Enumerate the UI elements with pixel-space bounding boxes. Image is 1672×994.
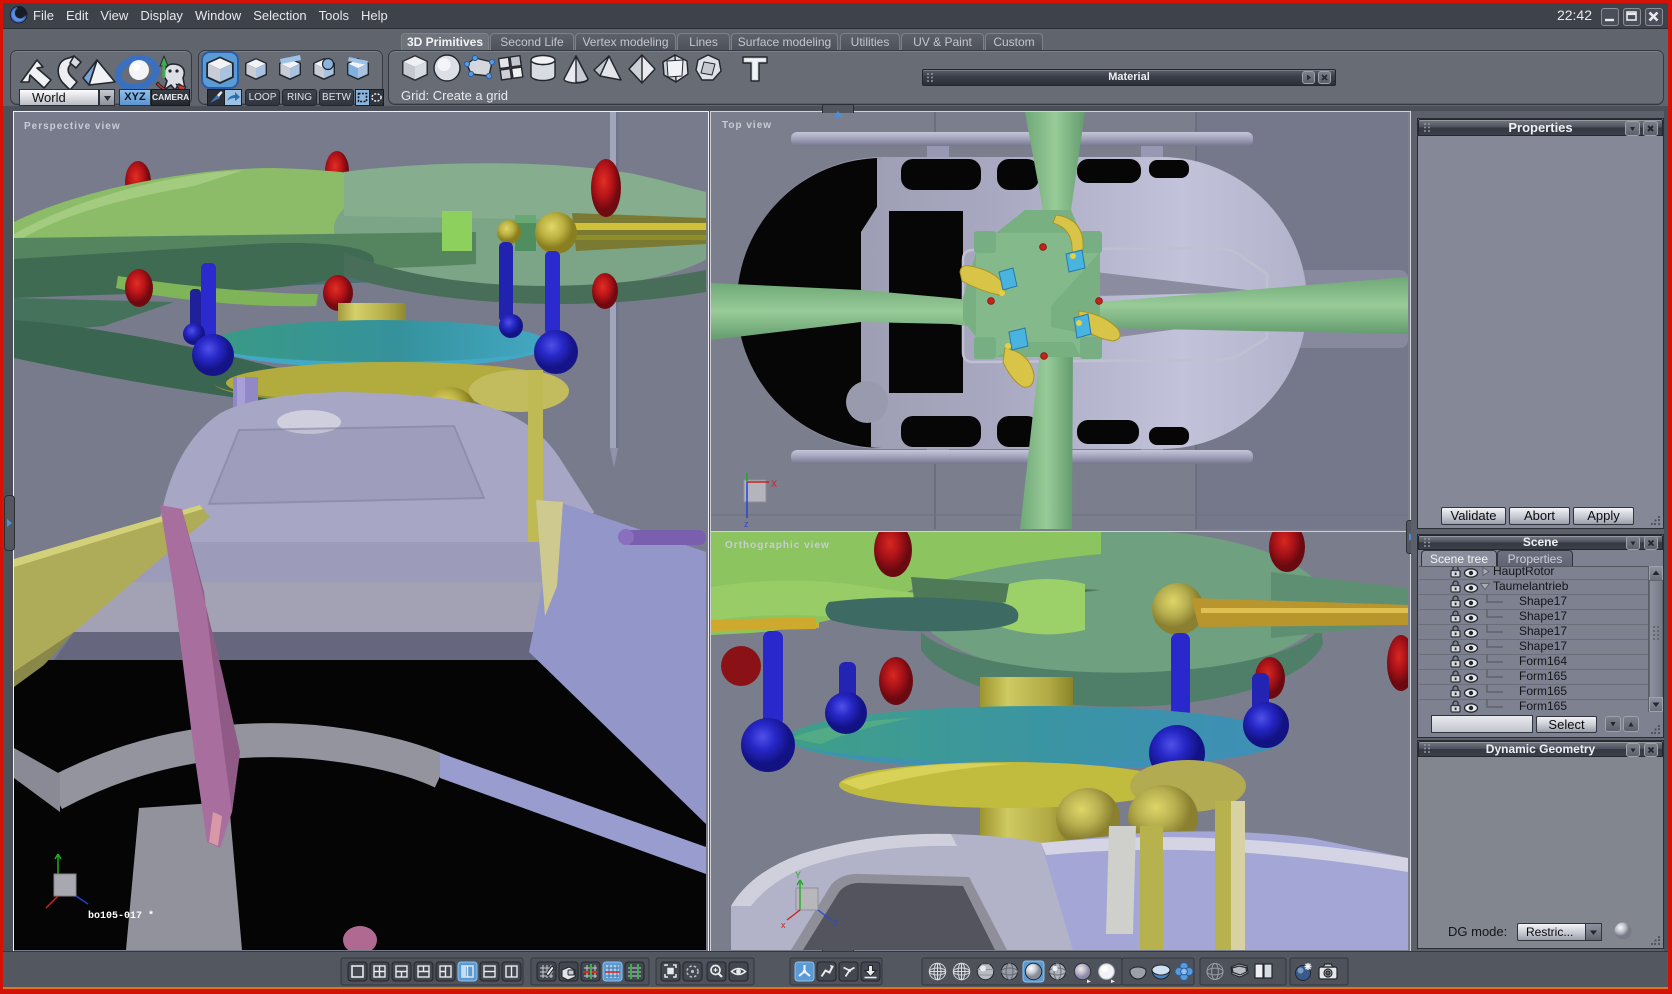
svg-text:z: z	[744, 519, 749, 529]
svg-text:z: z	[833, 918, 838, 929]
svg-text:X: X	[771, 479, 777, 489]
svg-text:Perspective view: Perspective view	[24, 121, 121, 132]
svg-text:Orthographic view: Orthographic view	[725, 540, 830, 551]
svg-text:Y: Y	[795, 870, 801, 880]
svg-text:Top view: Top view	[722, 120, 772, 131]
svg-text:bo105-017 *: bo105-017 *	[88, 910, 154, 922]
svg-text:x: x	[781, 920, 786, 930]
